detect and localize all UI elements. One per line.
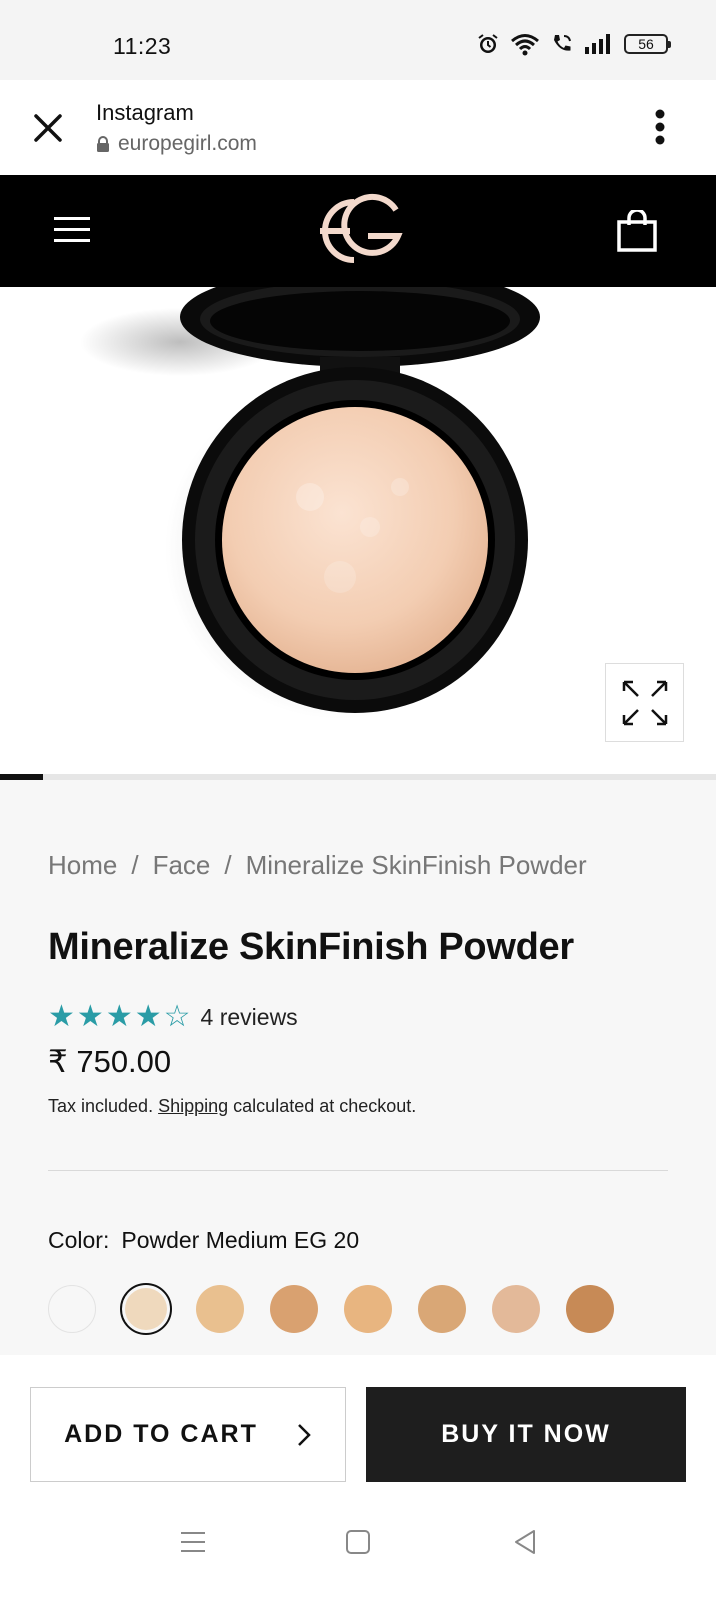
back-icon[interactable] [510, 1527, 540, 1557]
breadcrumb-face[interactable]: Face [153, 850, 211, 880]
tax-note: Tax included. Shipping calculated at che… [48, 1096, 416, 1117]
color-swatch[interactable] [566, 1285, 614, 1333]
brand-logo[interactable] [306, 192, 410, 270]
more-options-icon[interactable] [654, 108, 666, 146]
browser-title: Instagram [96, 100, 194, 125]
color-label: Color: [48, 1227, 110, 1253]
breadcrumb: Home / Face / Mineralize SkinFinish Powder [48, 850, 587, 881]
star-filled-icon: ★ [105, 1000, 133, 1033]
breadcrumb-current: Mineralize SkinFinish Powder [245, 850, 587, 880]
buy-now-button[interactable]: BUY IT NOW [366, 1387, 686, 1482]
color-swatch[interactable] [344, 1285, 392, 1333]
system-nav-bar [0, 1485, 716, 1600]
chevron-right-icon [297, 1423, 311, 1446]
cart-bag-icon[interactable] [616, 210, 658, 252]
menu-icon[interactable] [52, 213, 92, 247]
image-carousel-progress-fill [0, 774, 43, 780]
wifi-icon [511, 34, 539, 56]
tax-suffix: calculated at checkout. [233, 1096, 417, 1116]
cta-bar: ADD TO CART BUY IT NOW [0, 1355, 716, 1485]
status-icons: 56 [476, 32, 671, 56]
color-swatch[interactable] [196, 1285, 244, 1333]
star-filled-icon: ★ [76, 1000, 104, 1033]
star-filled-icon: ★ [48, 1000, 75, 1033]
lock-icon [97, 136, 109, 152]
browser-bar: Instagram europegirl.com [0, 80, 716, 175]
color-swatches [48, 1283, 640, 1335]
color-swatch[interactable] [492, 1285, 540, 1333]
close-icon[interactable] [30, 110, 66, 146]
signal-icon [585, 34, 610, 54]
home-icon[interactable] [343, 1527, 373, 1557]
site-header [0, 175, 716, 287]
breadcrumb-separator: / [224, 850, 232, 880]
color-swatch[interactable] [120, 1283, 172, 1335]
swatch-item[interactable] [120, 1283, 196, 1335]
add-to-cart-label: ADD TO CART [64, 1420, 258, 1448]
color-swatch[interactable] [48, 1285, 96, 1333]
status-bar: 11:23 56 [0, 0, 716, 80]
expand-image-button[interactable] [605, 663, 684, 742]
swatch-item[interactable] [492, 1284, 566, 1334]
product-price: ₹ 750.00 [48, 1044, 172, 1079]
color-selector-label: Color: Powder Medium EG 20 [48, 1227, 359, 1254]
star-filled-icon: ★ [134, 1000, 162, 1033]
swatch-item[interactable] [270, 1284, 344, 1334]
breadcrumb-home[interactable]: Home [48, 850, 117, 880]
image-carousel-progress [0, 774, 716, 780]
battery-icon: 56 [624, 34, 671, 54]
swatch-item[interactable] [48, 1284, 122, 1334]
expand-icon [622, 680, 667, 725]
swatch-item[interactable] [418, 1284, 492, 1334]
star-empty-icon: ☆ [163, 1000, 191, 1033]
reviews-count[interactable]: 4 reviews [201, 1004, 298, 1031]
product-image[interactable] [0, 287, 716, 777]
add-to-cart-button[interactable]: ADD TO CART [30, 1387, 346, 1482]
product-title: Mineralize SkinFinish Powder [48, 926, 574, 968]
tax-prefix: Tax included. [48, 1096, 154, 1116]
alarm-icon [478, 34, 498, 53]
color-swatch[interactable] [418, 1285, 466, 1333]
status-time: 11:23 [113, 33, 172, 59]
swatch-item[interactable] [566, 1284, 640, 1334]
url-text: europegirl.com [118, 132, 257, 155]
color-value: Powder Medium EG 20 [121, 1227, 360, 1253]
color-swatch[interactable] [270, 1285, 318, 1333]
rating[interactable]: ★ ★ ★ ★ ☆ 4 reviews [48, 1002, 298, 1032]
breadcrumb-separator: / [131, 850, 139, 880]
browser-url[interactable]: europegirl.com [96, 132, 257, 156]
swatch-item[interactable] [344, 1284, 418, 1334]
recent-apps-icon[interactable] [178, 1527, 208, 1557]
wifi-call-icon [554, 35, 571, 51]
swatch-item[interactable] [196, 1284, 270, 1334]
shipping-link[interactable]: Shipping [158, 1096, 228, 1116]
divider [48, 1170, 668, 1171]
